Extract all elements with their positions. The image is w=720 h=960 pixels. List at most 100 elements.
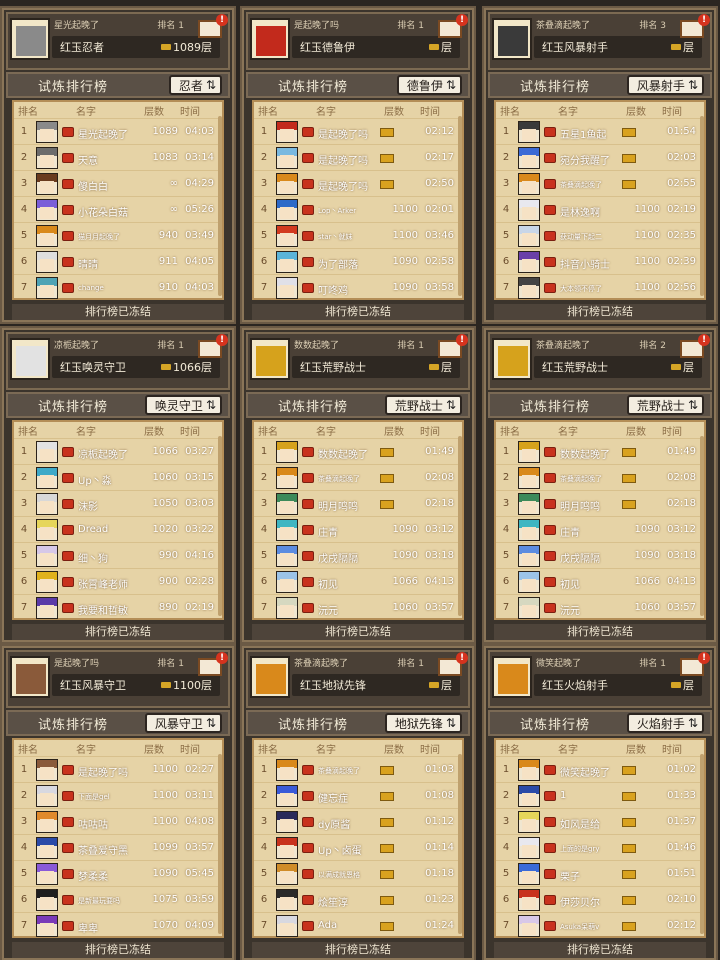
mail-icon[interactable]: [680, 334, 710, 358]
scrollbar[interactable]: [218, 116, 222, 296]
table-row[interactable]: 5 戊戌隔隔 1090 03:18: [254, 542, 462, 568]
gear-bag-icon[interactable]: [62, 153, 74, 163]
table-row[interactable]: 6 烩笙淳 01:23: [254, 886, 462, 912]
gear-bag-icon[interactable]: [544, 525, 556, 535]
table-row[interactable]: 6 晴晴 911 04:05: [14, 248, 222, 274]
gear-bag-icon[interactable]: [544, 921, 556, 931]
gear-bag-icon[interactable]: [62, 205, 74, 215]
table-row[interactable]: 7 卑卑 1070 04:09: [14, 912, 222, 938]
gear-bag-icon[interactable]: [302, 525, 314, 535]
gear-bag-icon[interactable]: [62, 921, 74, 931]
gear-bag-icon[interactable]: [302, 921, 314, 931]
gear-bag-icon[interactable]: [62, 257, 74, 267]
gear-bag-icon[interactable]: [302, 257, 314, 267]
gear-bag-icon[interactable]: [544, 179, 556, 189]
gear-bag-icon[interactable]: [62, 283, 74, 293]
table-row[interactable]: 5 梦柔柔 1090 05:45: [14, 860, 222, 886]
player-avatar[interactable]: [250, 338, 290, 380]
player-portrait-icon[interactable]: [518, 199, 540, 221]
gear-bag-icon[interactable]: [302, 231, 314, 241]
gear-bag-icon[interactable]: [62, 765, 74, 775]
gear-bag-icon[interactable]: [302, 499, 314, 509]
player-portrait-icon[interactable]: [276, 889, 298, 911]
class-switch-button[interactable]: 风暴守卫 ⇅: [144, 713, 222, 733]
player-portrait-icon[interactable]: [36, 597, 58, 619]
gear-bag-icon[interactable]: [62, 525, 74, 535]
table-row[interactable]: 2 天意 1083 03:14: [14, 144, 222, 170]
table-row[interactable]: 5 戊戌隔隔 1090 03:18: [496, 542, 704, 568]
class-switch-button[interactable]: 火焰射手 ⇅: [626, 713, 704, 733]
player-portrait-icon[interactable]: [518, 251, 540, 273]
scrollbar[interactable]: [218, 436, 222, 616]
gear-bag-icon[interactable]: [544, 499, 556, 509]
player-portrait-icon[interactable]: [518, 441, 540, 463]
table-row[interactable]: 4 Lop丶Arker 1100 02:01: [254, 196, 462, 222]
scrollbar[interactable]: [700, 436, 704, 616]
table-row[interactable]: 1 凉栀起晚了 1066 03:27: [14, 438, 222, 464]
table-row[interactable]: 2 健忘症 01:08: [254, 782, 462, 808]
player-portrait-icon[interactable]: [36, 493, 58, 515]
gear-bag-icon[interactable]: [544, 603, 556, 613]
player-portrait-icon[interactable]: [518, 147, 540, 169]
gear-bag-icon[interactable]: [62, 179, 74, 189]
gear-bag-icon[interactable]: [62, 869, 74, 879]
table-row[interactable]: 3 茶叠滴起晚了 02:55: [496, 170, 704, 196]
player-portrait-icon[interactable]: [276, 441, 298, 463]
class-switch-button[interactable]: 地狱先锋 ⇅: [384, 713, 462, 733]
player-portrait-icon[interactable]: [276, 785, 298, 807]
player-portrait-icon[interactable]: [36, 199, 58, 221]
class-switch-button[interactable]: 荒野战士 ⇅: [384, 395, 462, 415]
player-portrait-icon[interactable]: [276, 493, 298, 515]
gear-bag-icon[interactable]: [62, 843, 74, 853]
player-portrait-icon[interactable]: [518, 571, 540, 593]
table-row[interactable]: 6 初见 1066 04:13: [254, 568, 462, 594]
mail-icon[interactable]: [438, 14, 468, 38]
player-portrait-icon[interactable]: [36, 147, 58, 169]
scrollbar[interactable]: [458, 754, 462, 934]
table-row[interactable]: 4 上面的是gry 01:46: [496, 834, 704, 860]
player-avatar[interactable]: [492, 338, 532, 380]
table-row[interactable]: 3 沫影 1050 03:03: [14, 490, 222, 516]
table-row[interactable]: 3 明月鸣鸣 02:18: [496, 490, 704, 516]
gear-bag-icon[interactable]: [544, 257, 556, 267]
player-portrait-icon[interactable]: [518, 467, 540, 489]
gear-bag-icon[interactable]: [302, 843, 314, 853]
player-portrait-icon[interactable]: [276, 545, 298, 567]
player-portrait-icon[interactable]: [518, 277, 540, 299]
player-portrait-icon[interactable]: [518, 837, 540, 859]
scrollbar[interactable]: [218, 754, 222, 934]
table-row[interactable]: 6 初见 1066 04:13: [496, 568, 704, 594]
gear-bag-icon[interactable]: [302, 765, 314, 775]
gear-bag-icon[interactable]: [544, 447, 556, 457]
table-row[interactable]: 6 抖音小骑士 1100 02:39: [496, 248, 704, 274]
player-portrait-icon[interactable]: [518, 889, 540, 911]
player-portrait-icon[interactable]: [36, 225, 58, 247]
gear-bag-icon[interactable]: [62, 231, 74, 241]
table-row[interactable]: 7 change 910 04:03: [14, 274, 222, 300]
gear-bag-icon[interactable]: [544, 473, 556, 483]
table-row[interactable]: 6 为了部落 1090 02:58: [254, 248, 462, 274]
scrollbar[interactable]: [700, 754, 704, 934]
player-avatar[interactable]: [492, 18, 532, 60]
player-portrait-icon[interactable]: [36, 251, 58, 273]
gear-bag-icon[interactable]: [302, 577, 314, 587]
gear-bag-icon[interactable]: [62, 817, 74, 827]
gear-bag-icon[interactable]: [544, 765, 556, 775]
player-portrait-icon[interactable]: [276, 225, 298, 247]
table-row[interactable]: 1 数数起晚了 01:49: [496, 438, 704, 464]
gear-bag-icon[interactable]: [62, 577, 74, 587]
class-switch-button[interactable]: 风暴射手 ⇅: [626, 75, 704, 95]
table-row[interactable]: 6 伊莎贝尔 02:10: [496, 886, 704, 912]
table-row[interactable]: 2 Up丶淼 1060 03:15: [14, 464, 222, 490]
gear-bag-icon[interactable]: [302, 895, 314, 905]
player-avatar[interactable]: [10, 338, 50, 380]
table-row[interactable]: 5 以满成就恩格 01:18: [254, 860, 462, 886]
table-row[interactable]: 4 庄青 1090 03:12: [496, 516, 704, 542]
player-portrait-icon[interactable]: [518, 545, 540, 567]
gear-bag-icon[interactable]: [302, 283, 314, 293]
player-portrait-icon[interactable]: [276, 199, 298, 221]
player-portrait-icon[interactable]: [36, 277, 58, 299]
table-row[interactable]: 1 微笑起晚了 01:02: [496, 756, 704, 782]
player-portrait-icon[interactable]: [36, 915, 58, 937]
scrollbar[interactable]: [700, 116, 704, 296]
